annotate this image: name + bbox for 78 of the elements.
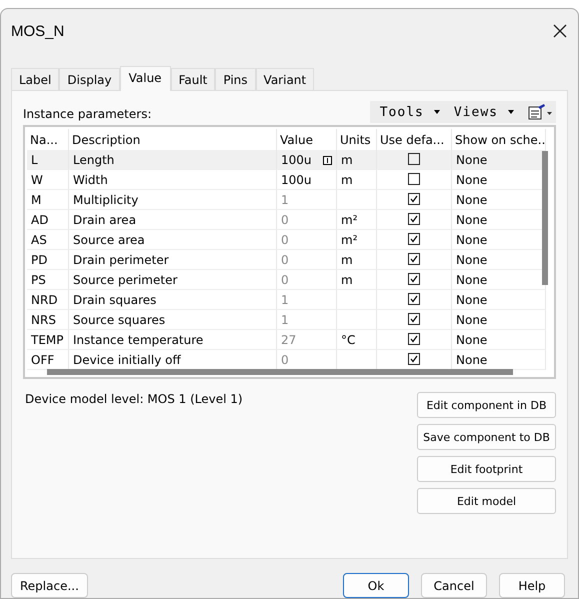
checkbox[interactable] <box>408 153 420 166</box>
table-cell: None <box>452 310 546 330</box>
value-text[interactable]: 0 <box>281 213 289 228</box>
tools-menu[interactable]: Tools <box>380 104 440 120</box>
table-cell: Source area <box>69 230 277 250</box>
table-cell: °C <box>337 330 377 350</box>
value-text[interactable]: 1 <box>281 293 289 308</box>
table-cell: Drain squares <box>69 290 277 310</box>
value-text[interactable]: 0 <box>281 233 289 248</box>
table-cell: PD <box>27 250 69 270</box>
table-cell: Length <box>69 150 277 170</box>
checkbox[interactable] <box>408 193 420 206</box>
table-cell: m <box>337 270 377 290</box>
table-cell: Drain perimeter <box>69 250 277 270</box>
checkbox[interactable] <box>408 293 420 306</box>
value-text[interactable]: 0 <box>281 353 289 368</box>
table-cell: m² <box>337 210 377 230</box>
table-cell: L <box>27 150 69 170</box>
action-button[interactable]: Edit footprint <box>417 456 556 482</box>
dialog-button[interactable]: Help <box>499 573 565 598</box>
tab[interactable]: Value <box>120 66 171 92</box>
dialog-button[interactable]: Cancel <box>421 573 487 598</box>
properties-icon[interactable] <box>528 104 552 120</box>
table-cell: None <box>452 290 546 310</box>
value-text[interactable]: 1 <box>281 313 289 328</box>
tab[interactable]: Pins <box>215 68 256 90</box>
checkbox[interactable] <box>408 333 420 346</box>
table-cell: Width <box>69 170 277 190</box>
table-cell: AD <box>27 210 69 230</box>
table-cell: m <box>337 250 377 270</box>
caret-icon <box>508 110 514 114</box>
checkbox[interactable] <box>408 353 420 366</box>
value-text[interactable]: 100u <box>281 173 312 188</box>
table-cell: W <box>27 170 69 190</box>
action-button[interactable]: Edit component in DB <box>417 392 556 418</box>
table-cell: None <box>452 330 546 350</box>
table-cell: PS <box>27 270 69 290</box>
table-cell: None <box>452 150 546 170</box>
table-cell: m <box>337 170 377 190</box>
action-button[interactable]: Edit model <box>417 488 556 514</box>
table-cell: NRS <box>27 310 69 330</box>
table-cell: m <box>337 150 377 170</box>
table-cell: Multiplicity <box>69 190 277 210</box>
checkbox[interactable] <box>408 173 420 186</box>
checkbox[interactable] <box>408 273 420 286</box>
scrollbar[interactable] <box>47 369 513 376</box>
window-title: MOS_N <box>11 23 64 40</box>
tab[interactable]: Label <box>11 68 60 90</box>
action-button[interactable]: Save component to DB <box>417 424 556 450</box>
checkbox[interactable] <box>408 213 420 226</box>
model-level-text: Device model level: MOS 1 (Level 1) <box>25 392 243 408</box>
table-cell: Source squares <box>69 310 277 330</box>
checkbox[interactable] <box>408 253 420 266</box>
replace-button[interactable]: Replace... <box>11 573 88 598</box>
section-label: Instance parameters: <box>23 107 152 124</box>
checkbox[interactable] <box>408 313 420 326</box>
table-cell: Source perimeter <box>69 270 277 290</box>
tab[interactable]: Display <box>59 68 120 90</box>
dialog-button[interactable]: Ok <box>343 573 409 598</box>
value-text[interactable]: 27 <box>281 333 296 348</box>
table-cell: m² <box>337 230 377 250</box>
value-text[interactable]: 0 <box>281 253 289 268</box>
table-cell: OFF <box>27 350 69 370</box>
scrollbar[interactable] <box>542 151 548 286</box>
checkbox[interactable] <box>408 233 420 246</box>
value-text[interactable]: 0 <box>281 273 289 288</box>
table-cell: Drain area <box>69 210 277 230</box>
table-cell: Instance temperature <box>69 330 277 350</box>
table-cell: AS <box>27 230 69 250</box>
value-text[interactable]: 1 <box>281 193 289 208</box>
caret-icon <box>434 110 440 114</box>
views-menu[interactable]: Views <box>454 104 514 120</box>
tab[interactable]: Fault <box>170 68 216 90</box>
edit-icon[interactable] <box>323 156 332 166</box>
table-cell: M <box>27 190 69 210</box>
tab[interactable]: Variant <box>256 68 314 90</box>
table-cell: TEMP <box>27 330 69 350</box>
table-cell: NRD <box>27 290 69 310</box>
